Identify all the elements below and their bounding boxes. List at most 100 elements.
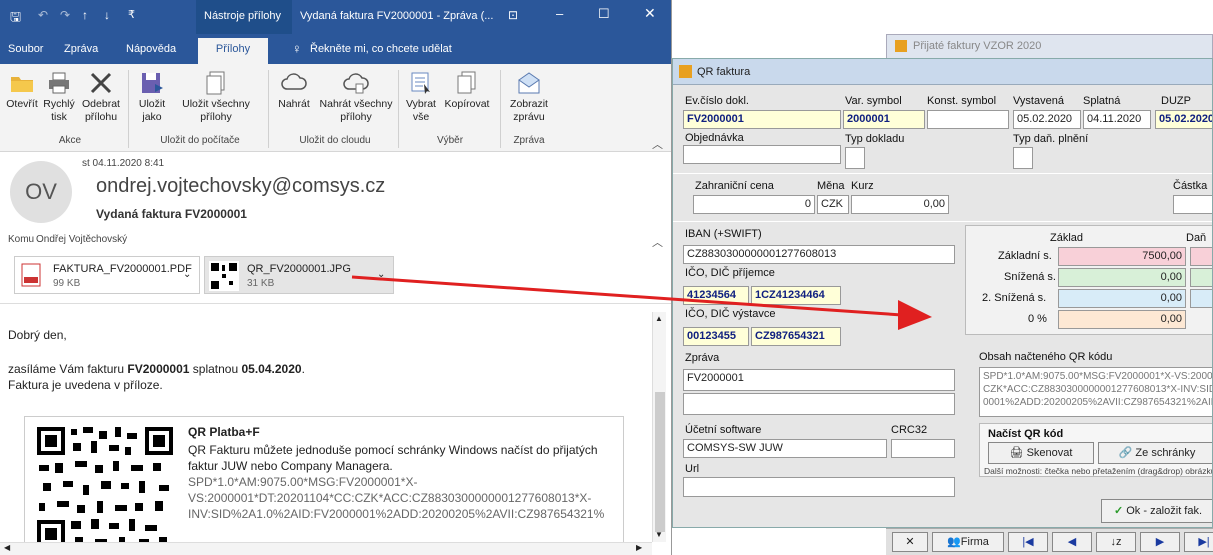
- evcislo-field[interactable]: FV2000001: [683, 110, 841, 129]
- varsym-field[interactable]: 2000001: [843, 110, 925, 129]
- chevron-down-icon[interactable]: ⌄: [183, 269, 191, 280]
- attachment-pdf[interactable]: FAKTURA_FV2000001.PDF 99 KB ⌄: [14, 256, 200, 294]
- label-mena: Měna: [817, 180, 845, 192]
- objednavka-field[interactable]: [683, 145, 841, 164]
- chevron-down-icon[interactable]: ⌄: [377, 269, 385, 280]
- tell-me-input[interactable]: Řekněte mi, co chcete udělat: [310, 43, 452, 55]
- last-record-icon[interactable]: ▶|: [1184, 532, 1213, 552]
- zahrcena-field[interactable]: 0: [693, 195, 815, 214]
- tab-prilohy[interactable]: Přílohy: [198, 38, 268, 64]
- qr-title: QR Platba+F: [188, 425, 260, 439]
- scan-button[interactable]: 🖨 Skenovat: [988, 442, 1094, 464]
- show-message-button[interactable]: Zobrazit zprávu: [504, 70, 554, 124]
- save-all-button[interactable]: Uložit všechny přílohy: [174, 70, 258, 124]
- ribbon-display-icon[interactable]: ⊡: [508, 8, 518, 22]
- url-field[interactable]: [683, 477, 955, 497]
- splatna-field[interactable]: 04.11.2020: [1083, 110, 1151, 129]
- collapse-ribbon-icon[interactable]: ︿: [652, 136, 663, 152]
- label-splatna: Splatná: [1083, 95, 1121, 107]
- typdan-field[interactable]: [1013, 147, 1033, 169]
- redo-icon[interactable]: ↷: [60, 8, 70, 22]
- typdokladu-field[interactable]: [845, 147, 865, 169]
- nula-field[interactable]: 0,00: [1058, 310, 1186, 329]
- qr-text: QR Fakturu můžete jednoduše pomocí schrá…: [188, 443, 598, 457]
- sender-email[interactable]: ondrej.vojtechovsky@comsys.cz: [96, 175, 385, 198]
- scroll-down-icon[interactable]: ▼: [655, 530, 663, 539]
- snizena2-field[interactable]: 0,00: [1058, 289, 1186, 308]
- ucetni-sw-field[interactable]: COMSYS-SW JUW: [683, 439, 887, 458]
- previous-record-icon[interactable]: ◀: [1052, 532, 1092, 552]
- iban-field[interactable]: CZ8830300000001277608013: [683, 245, 955, 264]
- tab-napoveda[interactable]: Nápověda: [126, 43, 176, 55]
- mena-field[interactable]: CZK: [817, 195, 849, 214]
- scroll-up-icon[interactable]: ▲: [655, 314, 663, 323]
- qr-content-field[interactable]: SPD*1.0*AM:9075.00*MSG:FV2000001*X-VS:20…: [979, 367, 1212, 417]
- ok-create-invoice-button[interactable]: ✓ Ok - založit fak.: [1101, 499, 1212, 523]
- konstsym-field[interactable]: [927, 110, 1009, 129]
- attachment-jpg[interactable]: QR_FV2000001.JPG 31 KB ⌄: [204, 256, 394, 294]
- snizena2-dan-field[interactable]: [1190, 289, 1212, 308]
- qr-invoice-dialog: QR faktura Ev.číslo dokl. Var. symbol Ko…: [672, 58, 1213, 528]
- attachment-size: 99 KB: [53, 278, 81, 289]
- upload-all-button[interactable]: Nahrát všechny přílohy: [316, 70, 396, 124]
- down-arrow-icon[interactable]: ↓: [104, 8, 110, 22]
- vertical-scrollbar[interactable]: ▲ ▼: [652, 312, 666, 542]
- tab-soubor[interactable]: Soubor: [8, 43, 43, 55]
- app-icon: [895, 40, 907, 52]
- firma-button[interactable]: 👥Firma: [932, 532, 1004, 552]
- castka-field[interactable]: [1173, 195, 1212, 214]
- zakladni-field[interactable]: 7500,00: [1058, 247, 1186, 266]
- save-icon[interactable]: 🖫: [10, 8, 21, 30]
- dic-prijemce-field[interactable]: 1CZ41234464: [751, 286, 841, 305]
- next-record-icon[interactable]: ▶: [1140, 532, 1180, 552]
- close-icon[interactable]: ✕: [644, 5, 656, 22]
- cancel-icon[interactable]: ✕: [892, 532, 928, 552]
- snizena-dan-field[interactable]: [1190, 268, 1212, 287]
- copy-button[interactable]: Kopírovat: [442, 70, 492, 111]
- vystavena-field[interactable]: 05.02.2020: [1013, 110, 1081, 129]
- horizontal-scrollbar[interactable]: ◀ ▶: [0, 542, 652, 555]
- open-button[interactable]: Otevřít: [4, 70, 40, 111]
- first-record-icon[interactable]: |◀: [1008, 532, 1048, 552]
- kurz-field[interactable]: 0,00: [851, 195, 949, 214]
- zakladni-dan-field[interactable]: [1190, 247, 1212, 266]
- save-as-button[interactable]: Uložit jako: [132, 70, 172, 124]
- qr-payload: SPD*1.0*AM:9075.00*MSG:FV2000001*X-: [188, 475, 418, 489]
- to-recipient[interactable]: Ondřej Vojtěchovský: [36, 234, 127, 245]
- app-icon: [679, 65, 692, 78]
- maximize-icon[interactable]: ☐: [598, 6, 610, 22]
- tab-zprava[interactable]: Zpráva: [64, 43, 98, 55]
- copy-label: Kopírovat: [444, 98, 490, 110]
- label-dan: Daň: [1186, 232, 1207, 244]
- label-typdokladu: Typ dokladu: [845, 133, 905, 145]
- qr-info-box: QR Platba+F QR Fakturu můžete jednoduše …: [24, 416, 624, 545]
- ribbon-separator: [128, 70, 129, 148]
- sort-icon[interactable]: ↓z: [1096, 532, 1136, 552]
- scanner-icon: 🖨: [1009, 447, 1027, 459]
- minimize-icon[interactable]: –: [556, 6, 563, 21]
- select-all-button[interactable]: Vybrat vše: [402, 70, 440, 124]
- customize-qat-icon[interactable]: ₹: [128, 8, 135, 21]
- scroll-left-icon[interactable]: ◀: [4, 543, 10, 552]
- ico-vystavce-field[interactable]: 00123455: [683, 327, 749, 346]
- remove-attachment-button[interactable]: Odebrat přílohu: [78, 70, 124, 124]
- duzp-field[interactable]: 05.02.2020: [1155, 110, 1212, 129]
- dic-vystavce-field[interactable]: CZ987654321: [751, 327, 841, 346]
- zprava-field-1[interactable]: FV2000001: [683, 369, 955, 391]
- crc-field[interactable]: [891, 439, 955, 458]
- ok-label: Ok - založit fak.: [1126, 505, 1203, 517]
- up-arrow-icon[interactable]: ↑: [82, 8, 88, 22]
- collapse-header-icon[interactable]: ︿: [652, 234, 663, 250]
- ico-prijemce-field[interactable]: 41234564: [683, 286, 749, 305]
- snizena-field[interactable]: 0,00: [1058, 268, 1186, 287]
- scroll-thumb[interactable]: [655, 392, 665, 532]
- label-zaklad: Základ: [1050, 232, 1084, 244]
- remove-attachment-label: Odebrat přílohu: [82, 98, 120, 123]
- upload-button[interactable]: Nahrát: [272, 70, 316, 111]
- zprava-field-2[interactable]: [683, 393, 955, 415]
- scroll-right-icon[interactable]: ▶: [636, 543, 642, 552]
- checkmark-icon: ✓: [1113, 505, 1127, 517]
- from-clipboard-button[interactable]: 🔗 Ze schránky: [1098, 442, 1212, 464]
- undo-icon[interactable]: ↶: [38, 8, 48, 22]
- quick-print-button[interactable]: Rychlý tisk: [40, 70, 78, 124]
